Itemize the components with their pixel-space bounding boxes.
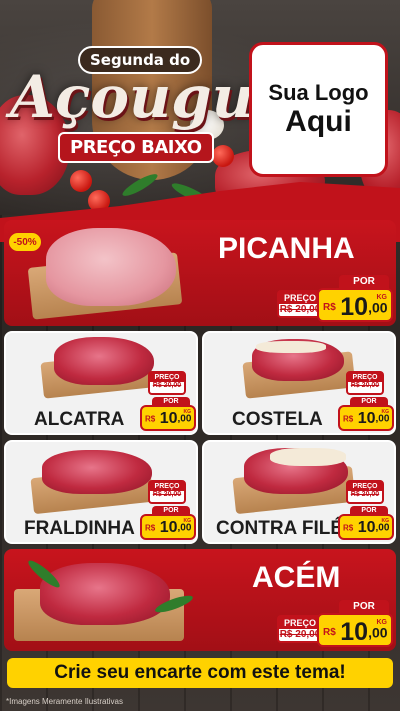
header-banner: Segunda do Açougue PREÇO BAIXO Sua Logo … — [0, 0, 400, 215]
old-price-value: R$ 20,00 — [279, 304, 321, 315]
new-price-tag: R$ 10,00 KG — [140, 514, 196, 540]
new-price-tag: R$ 10,00 KG — [140, 405, 196, 431]
old-price-label: PREÇO — [150, 373, 184, 382]
price-cents: ,00 — [177, 522, 192, 534]
price-currency: R$ — [343, 414, 354, 424]
price-integer: 10 — [357, 519, 376, 536]
product-name: COSTELA — [232, 409, 323, 430]
discount-badge: -50% — [8, 232, 42, 252]
product-name: PICANHA — [218, 232, 355, 265]
price-currency: R$ — [343, 523, 354, 533]
price-unit: KG — [183, 518, 192, 524]
price-cents: ,00 — [368, 624, 388, 641]
old-price-value: R$ 20,00 — [350, 491, 380, 498]
product-name: FRALDINHA — [24, 518, 135, 539]
price-unit: KG — [376, 619, 388, 626]
product-card-featured-bottom: ACÉM PREÇO R$ 20,00 POR R$ 10,00 KG — [4, 549, 396, 651]
logo-line1: Sua Logo — [268, 79, 369, 105]
promo-title: Segunda do Açougue PREÇO BAIXO — [0, 40, 291, 180]
product-card-fraldinha: FRALDINHA PREÇO R$ 20,00 POR R$ 10,00 KG — [4, 440, 198, 544]
new-price-tag: R$ 10,00 KG — [317, 288, 393, 322]
old-price-tag: PREÇO R$ 20,00 — [148, 480, 186, 504]
price-integer: 10 — [159, 410, 178, 427]
fraldinha-image — [42, 450, 152, 494]
product-name: CONTRA FILÉ — [216, 518, 344, 539]
price-integer: 10 — [159, 519, 178, 536]
title-subtitle: PREÇO BAIXO — [58, 132, 214, 163]
price-cents: ,00 — [375, 522, 390, 534]
old-price-label: PREÇO — [348, 373, 382, 382]
product-name: ALCATRA — [34, 409, 125, 430]
logo-placeholder: Sua Logo Aqui — [249, 42, 388, 177]
price-currency: R$ — [323, 627, 336, 638]
price-unit: KG — [183, 409, 192, 415]
new-price-tag: R$ 10,00 KG — [338, 514, 394, 540]
price-unit: KG — [381, 518, 390, 524]
price-currency: R$ — [145, 523, 156, 533]
fat-layer — [256, 341, 326, 353]
logo-line2: Aqui — [285, 105, 352, 139]
cta-banner: Crie seu encarte com este tema! — [7, 658, 393, 688]
old-price-value: R$ 20,00 — [279, 629, 321, 640]
old-price-value: R$ 20,00 — [152, 491, 182, 498]
price-unit: KG — [381, 409, 390, 415]
price-cents: ,00 — [177, 413, 192, 425]
acem-image — [40, 563, 170, 625]
price-integer: 10 — [340, 618, 369, 646]
price-cents: ,00 — [368, 299, 388, 316]
title-main: Açougue — [10, 63, 291, 131]
price-unit: KG — [376, 294, 388, 301]
old-price-label: PREÇO — [279, 292, 321, 304]
old-price-value: R$ 20,00 — [152, 382, 182, 389]
new-price-tag: R$ 10,00 KG — [317, 613, 393, 647]
old-price-tag: PREÇO R$ 20,00 — [148, 371, 186, 395]
alcatra-image — [54, 337, 154, 385]
old-price-label: PREÇO — [279, 617, 321, 629]
product-card-featured-top: PICANHA PREÇO R$ 20,00 POR R$ 10,00 KG — [4, 220, 396, 326]
price-integer: 10 — [340, 293, 369, 321]
footer-disclaimer: *Imagens Meramente Ilustrativas — [6, 697, 123, 706]
old-price-tag: PREÇO R$ 20,00 — [346, 480, 384, 504]
fat-layer — [270, 448, 346, 466]
picanha-image — [46, 228, 176, 306]
price-currency: R$ — [323, 302, 336, 313]
price-cents: ,00 — [375, 413, 390, 425]
old-price-tag: PREÇO R$ 20,00 — [346, 371, 384, 395]
new-price-label: POR — [339, 275, 389, 289]
old-price-label: PREÇO — [348, 482, 382, 491]
new-price-tag: R$ 10,00 KG — [338, 405, 394, 431]
price-integer: 10 — [357, 410, 376, 427]
old-price-value: R$ 20,00 — [350, 382, 380, 389]
price-currency: R$ — [145, 414, 156, 424]
product-name: ACÉM — [252, 561, 341, 594]
new-price-label: POR — [339, 600, 389, 614]
product-card-alcatra: ALCATRA PREÇO R$ 20,00 POR R$ 10,00 KG — [4, 331, 198, 435]
product-card-costela: COSTELA PREÇO R$ 20,00 POR R$ 10,00 KG — [202, 331, 396, 435]
old-price-label: PREÇO — [150, 482, 184, 491]
product-card-contra-file: CONTRA FILÉ PREÇO R$ 20,00 POR R$ 10,00 … — [202, 440, 396, 544]
